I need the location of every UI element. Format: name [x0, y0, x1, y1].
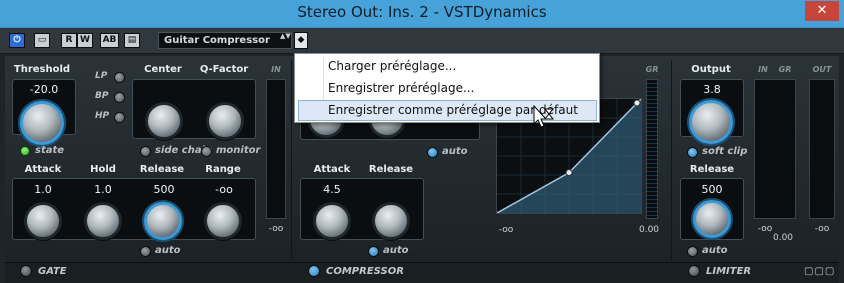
- gate-threshold-value[interactable]: -20.0: [30, 83, 58, 96]
- limiter-out-label: OUT: [812, 65, 832, 74]
- comp-attack-value[interactable]: 4.5: [323, 183, 341, 196]
- comp-release-label: Release: [368, 164, 414, 175]
- menu-item-load-preset[interactable]: Charger préréglage...: [298, 56, 597, 77]
- gate-release-knob[interactable]: [144, 202, 182, 240]
- limiter-gr-label: GR: [778, 65, 792, 74]
- preset-name-field[interactable]: Guitar Compressor: [158, 32, 292, 49]
- filter-bp-button[interactable]: [114, 92, 125, 103]
- title-bar[interactable]: Stereo Out: Ins. 2 - VSTDynamics ✕: [0, 0, 844, 28]
- limiter-auto-label: auto: [702, 245, 728, 256]
- gate-hold-value[interactable]: 1.0: [94, 183, 112, 196]
- gate-hold-knob[interactable]: [84, 202, 122, 240]
- limiter-title: LIMITER: [706, 266, 752, 277]
- gate-state-led: [20, 146, 30, 156]
- limiter-gr-value: 0.00: [772, 233, 794, 243]
- window-title: Stereo Out: Ins. 2 - VSTDynamics: [297, 3, 547, 21]
- gate-threshold-knob[interactable]: [20, 101, 64, 145]
- filter-lp-button[interactable]: [114, 72, 125, 83]
- preset-menu-button[interactable]: ◆: [294, 32, 308, 49]
- limiter-release-value[interactable]: 500: [702, 183, 723, 196]
- gate-attack-value[interactable]: 1.0: [34, 183, 52, 196]
- gate-range-knob[interactable]: [204, 202, 242, 240]
- comp-gr-meter: [646, 79, 658, 219]
- filter-bp-label: BP: [95, 91, 109, 101]
- compressor-title: COMPRESSOR: [326, 266, 404, 277]
- settings-button[interactable]: ▤: [124, 33, 140, 48]
- side-chain-button[interactable]: [140, 146, 151, 157]
- gate-release-value[interactable]: 500: [154, 183, 175, 196]
- qfactor-knob[interactable]: [206, 102, 244, 140]
- layout-icons[interactable]: ▢▢▢: [804, 266, 835, 277]
- gate-threshold-label: Threshold: [13, 64, 71, 75]
- comp-release-knob[interactable]: [372, 202, 410, 240]
- gate-power-button[interactable]: [20, 265, 32, 277]
- filter-lp-label: LP: [95, 71, 108, 81]
- output-knob[interactable]: [689, 100, 733, 144]
- gate-title: GATE: [38, 266, 67, 277]
- gate-range-label: Range: [205, 164, 241, 175]
- limiter-out-meter: [809, 79, 835, 219]
- close-button[interactable]: ✕: [805, 1, 839, 21]
- curve-handle-point[interactable]: [633, 99, 641, 107]
- filter-hp-label: HP: [95, 111, 110, 121]
- soft-clip-label: soft clip: [702, 146, 748, 157]
- section-divider: [671, 60, 672, 260]
- center-knob[interactable]: [145, 102, 183, 140]
- gate-auto-label: auto: [155, 245, 181, 256]
- gate-hold-label: Hold: [90, 164, 116, 175]
- monitor-label: monitor: [216, 145, 261, 156]
- output-value[interactable]: 3.8: [703, 83, 721, 96]
- limiter-in-label: IN: [758, 65, 768, 74]
- menu-item-save-preset[interactable]: Enregistrer préréglage...: [298, 78, 597, 99]
- gate-release-label: Release: [139, 164, 185, 175]
- compressor-power-button[interactable]: [308, 265, 320, 277]
- section-divider: [291, 60, 292, 260]
- graph-max-label: 0.00: [638, 225, 660, 235]
- plugin-power-button[interactable]: ⏻: [9, 33, 25, 48]
- limiter-out-value: -oo: [814, 224, 830, 234]
- plugin-window: Stereo Out: Ins. 2 - VSTDynamics ✕ ⏻ ▭ R…: [0, 0, 844, 283]
- limiter-release-knob[interactable]: [693, 200, 731, 238]
- toolbar: ⏻ ▭ R W AB ▤ ▼: [0, 28, 844, 74]
- comp-auto-label: auto: [442, 146, 468, 157]
- comp-release-auto-label: auto: [383, 245, 409, 256]
- curve-handle-point[interactable]: [565, 169, 573, 177]
- filter-hp-button[interactable]: [114, 112, 125, 123]
- limiter-release-label: Release: [689, 164, 735, 175]
- gate-in-meter-value: -oo: [268, 224, 284, 234]
- center-label: Center: [144, 64, 182, 75]
- write-automation-button[interactable]: W: [77, 33, 93, 48]
- graph-min-label: -oo: [498, 225, 514, 235]
- gate-attack-knob[interactable]: [24, 202, 62, 240]
- comp-auto-button[interactable]: [427, 147, 438, 158]
- limiter-in-value: -oo: [757, 224, 773, 234]
- qfactor-label: Q-Factor: [199, 64, 249, 75]
- read-automation-button[interactable]: R: [61, 33, 77, 48]
- soft-clip-button[interactable]: [687, 147, 698, 158]
- gate-in-meter-label: IN: [271, 65, 281, 74]
- comp-gr-label: GR: [645, 65, 659, 74]
- gate-auto-button[interactable]: [140, 246, 151, 257]
- comp-attack-knob[interactable]: [313, 202, 351, 240]
- mouse-cursor-icon: [533, 105, 555, 128]
- ab-compare-button[interactable]: AB: [100, 33, 119, 48]
- limiter-auto-button[interactable]: [687, 246, 698, 257]
- comp-release-auto-button[interactable]: [368, 246, 379, 257]
- gate-in-meter: [266, 79, 286, 219]
- monitor-button[interactable]: [201, 146, 212, 157]
- preset-stepper[interactable]: ▲▼: [280, 33, 291, 48]
- bypass-button[interactable]: ▭: [34, 33, 50, 48]
- gate-attack-label: Attack: [24, 164, 62, 175]
- comp-attack-label: Attack: [313, 164, 351, 175]
- limiter-in-gr-meter: [754, 79, 796, 219]
- gate-range-value[interactable]: -oo: [215, 183, 233, 196]
- limiter-power-button[interactable]: [688, 265, 700, 277]
- output-label: Output: [691, 64, 731, 75]
- gate-state-label: state: [35, 145, 65, 156]
